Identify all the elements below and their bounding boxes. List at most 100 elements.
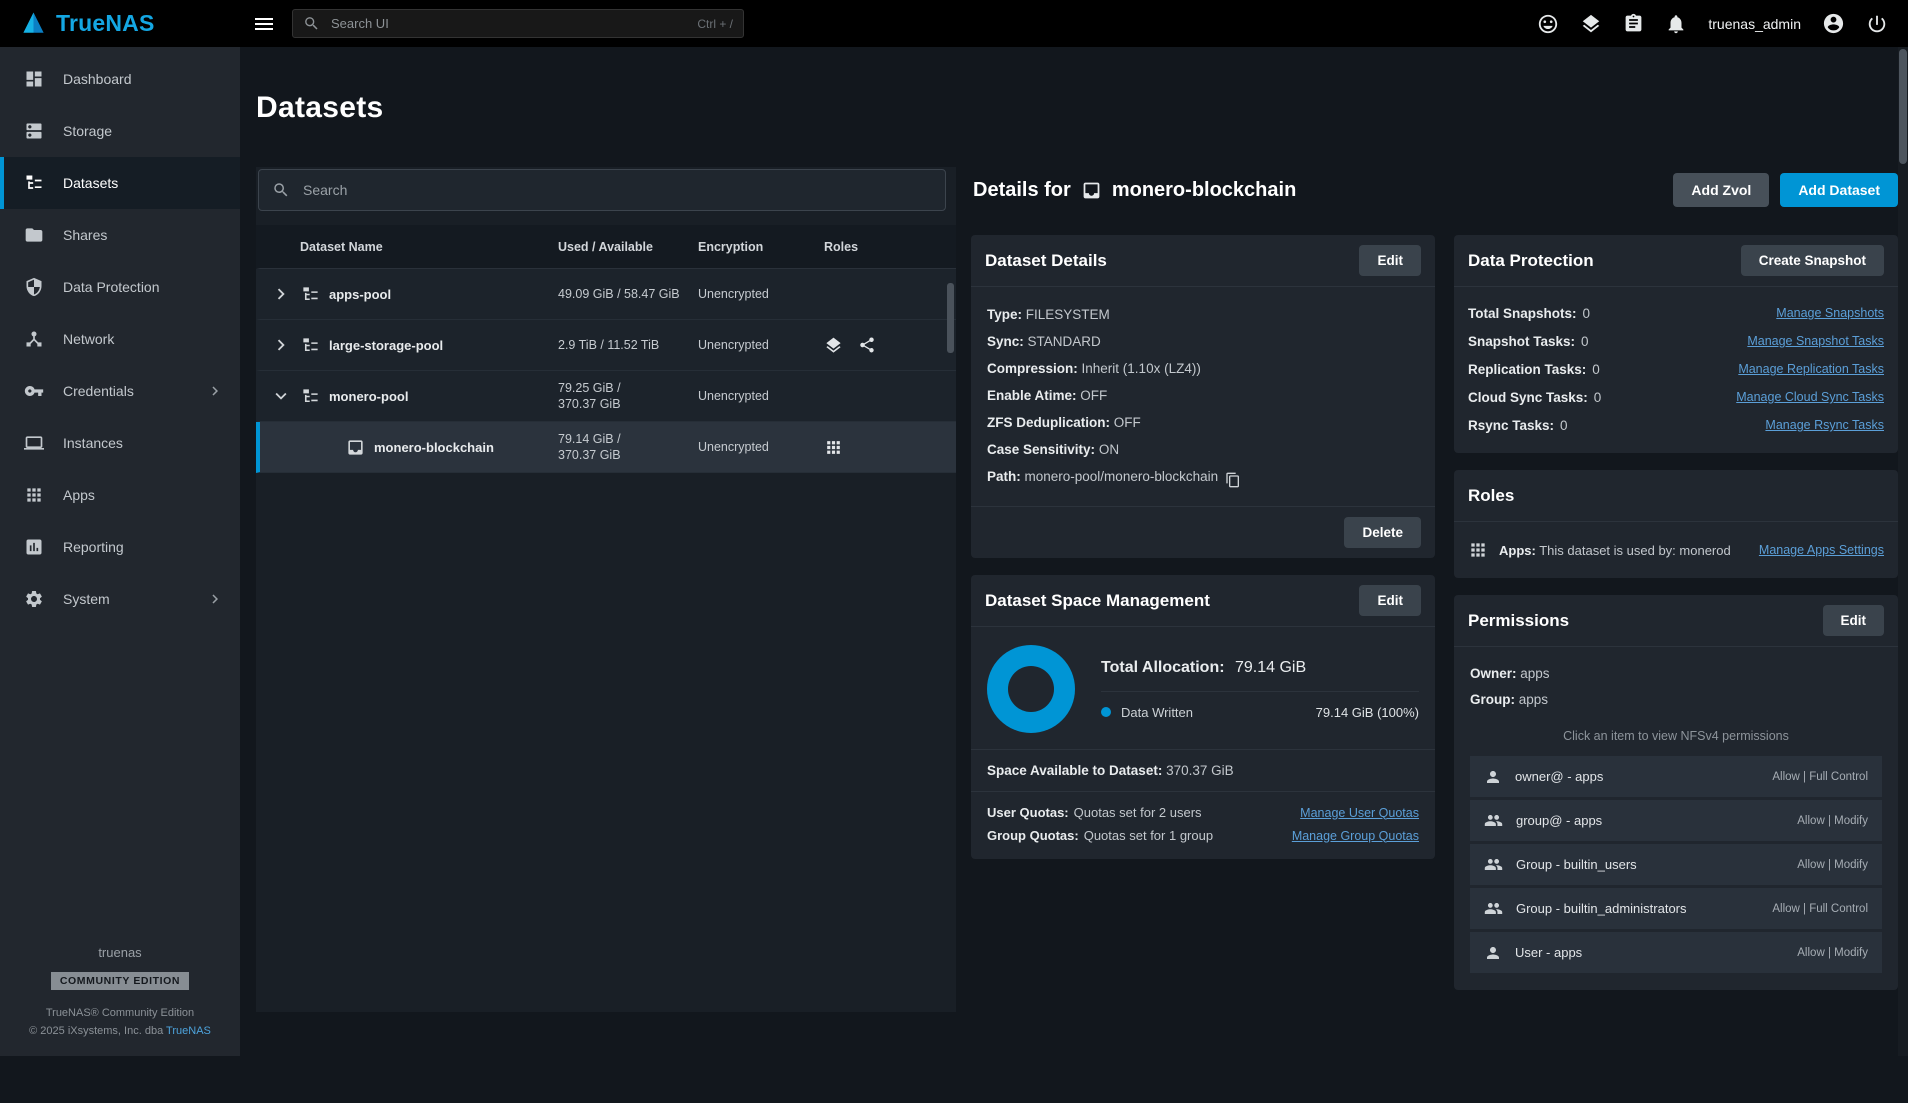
- brand-name: TrueNAS: [56, 10, 155, 37]
- jobs-clipboard-icon[interactable]: [1623, 13, 1644, 34]
- used-available-cell: 79.25 GiB / 370.37 GiB: [558, 380, 698, 412]
- permission-item-group[interactable]: group@ - apps Allow | Modify: [1470, 800, 1882, 841]
- field-sync: Sync: STANDARD: [987, 328, 1419, 355]
- permission-item-user-apps[interactable]: User - apps Allow | Modify: [1470, 932, 1882, 973]
- manage-group-quotas-link[interactable]: Manage Group Quotas: [1292, 829, 1419, 843]
- sidebar-item-dashboard[interactable]: Dashboard: [0, 53, 240, 105]
- field-type: Type: FILESYSTEM: [987, 301, 1419, 328]
- sidebar: Dashboard Storage Datasets Shares Data P…: [0, 47, 240, 1056]
- layers-icon[interactable]: [1580, 13, 1602, 35]
- truenas-brand[interactable]: TrueNAS: [0, 10, 244, 37]
- manage-cloud-sync-tasks-link[interactable]: Manage Cloud Sync Tasks: [1736, 390, 1884, 404]
- dataset-tree-panel: Dataset Name Used / Available Encryption…: [256, 167, 956, 1012]
- edit-space-button[interactable]: Edit: [1359, 585, 1421, 616]
- manage-rsync-tasks-link[interactable]: Manage Rsync Tasks: [1765, 418, 1884, 432]
- sidebar-item-label: Apps: [63, 487, 95, 503]
- collapse-chevron-icon[interactable]: [270, 385, 292, 407]
- edition-line: TrueNAS® Community Edition: [0, 1004, 240, 1022]
- sidebar-item-instances[interactable]: Instances: [0, 417, 240, 469]
- permission-item-builtin-users[interactable]: Group - builtin_users Allow | Modify: [1470, 844, 1882, 885]
- dataset-details-card: Dataset Details Edit Type: FILESYSTEM Sy…: [971, 235, 1435, 558]
- column-header-used-available: Used / Available: [558, 240, 698, 254]
- expand-chevron-icon[interactable]: [270, 334, 292, 356]
- sidebar-item-label: Credentials: [63, 383, 134, 399]
- edition-badge: COMMUNITY EDITION: [51, 972, 189, 990]
- page-scrollbar[interactable]: [1898, 47, 1908, 1056]
- add-zvol-button[interactable]: Add Zvol: [1673, 173, 1769, 207]
- dashboard-icon: [24, 69, 44, 89]
- space-management-card: Dataset Space Management Edit Total Allo…: [971, 575, 1435, 859]
- table-row-monero-pool[interactable]: monero-pool 79.25 GiB / 370.37 GiB Unenc…: [256, 371, 956, 422]
- alerts-bell-icon[interactable]: [1665, 13, 1687, 35]
- group-line: Group: apps: [1470, 687, 1882, 713]
- power-icon[interactable]: [1866, 13, 1888, 35]
- table-row-monero-blockchain[interactable]: monero-blockchain 79.14 GiB / 370.37 GiB…: [256, 422, 956, 473]
- manage-snapshots-link[interactable]: Manage Snapshots: [1776, 306, 1884, 320]
- dataset-search[interactable]: [258, 169, 946, 211]
- truenas-app: TrueNAS Ctrl + / truenas_admin Dashboard: [0, 47, 1908, 1103]
- sidebar-item-system[interactable]: System: [0, 573, 240, 625]
- permission-item-owner[interactable]: owner@ - apps Allow | Full Control: [1470, 756, 1882, 797]
- copyright-line: © 2025 iXsystems, Inc. dba TrueNAS: [0, 1022, 240, 1040]
- roles-row: Apps: This dataset is used by: monerod M…: [1454, 522, 1898, 578]
- sidebar-item-data-protection[interactable]: Data Protection: [0, 261, 240, 313]
- search-icon: [303, 15, 320, 32]
- hamburger-menu-icon[interactable]: [252, 12, 276, 36]
- delete-dataset-button[interactable]: Delete: [1344, 517, 1421, 548]
- manage-replication-tasks-link[interactable]: Manage Replication Tasks: [1738, 362, 1884, 376]
- permissions-card: Permissions Edit Owner: apps Group: apps…: [1454, 595, 1898, 990]
- column-header-encryption: Encryption: [698, 240, 824, 254]
- edit-dataset-details-button[interactable]: Edit: [1359, 245, 1421, 276]
- dataset-tree-icon: [301, 285, 320, 304]
- sidebar-item-shares[interactable]: Shares: [0, 209, 240, 261]
- table-row-apps-pool[interactable]: apps-pool 49.09 GiB / 58.47 GiB Unencryp…: [256, 269, 956, 320]
- field-enable-atime: Enable Atime: OFF: [987, 382, 1419, 409]
- topbar: TrueNAS Ctrl + / truenas_admin: [0, 0, 1908, 47]
- manage-snapshot-tasks-link[interactable]: Manage Snapshot Tasks: [1747, 334, 1884, 348]
- apps-grid-icon: [1468, 540, 1488, 560]
- encryption-cell: Unencrypted: [698, 440, 824, 454]
- create-snapshot-button[interactable]: Create Snapshot: [1741, 245, 1884, 276]
- sidebar-nav: Dashboard Storage Datasets Shares Data P…: [0, 47, 240, 625]
- main-content: Datasets Dataset Name Used / Available E…: [240, 47, 1908, 1056]
- user-quotas-row: User Quotas: Quotas set for 2 users Mana…: [971, 801, 1435, 824]
- card-title: Permissions: [1468, 611, 1569, 631]
- sidebar-item-storage[interactable]: Storage: [0, 105, 240, 157]
- sidebar-item-network[interactable]: Network: [0, 313, 240, 365]
- table-row-large-storage-pool[interactable]: large-storage-pool 2.9 TiB / 11.52 TiB U…: [256, 320, 956, 371]
- owner-line: Owner: apps: [1470, 661, 1882, 687]
- edit-permissions-button[interactable]: Edit: [1823, 605, 1885, 636]
- sidebar-item-apps[interactable]: Apps: [0, 469, 240, 521]
- storage-icon: [24, 121, 44, 141]
- sidebar-item-datasets[interactable]: Datasets: [0, 157, 240, 209]
- group-quotas-row: Group Quotas: Quotas set for 1 group Man…: [971, 824, 1435, 847]
- encryption-cell: Unencrypted: [698, 338, 824, 352]
- datasets-tree-icon: [24, 173, 44, 193]
- copy-icon[interactable]: [1225, 472, 1241, 488]
- sidebar-item-reporting[interactable]: Reporting: [0, 521, 240, 573]
- expand-chevron-icon[interactable]: [270, 283, 292, 305]
- field-path: Path: monero-pool/monero-blockchain: [987, 463, 1419, 490]
- permission-item-builtin-administrators[interactable]: Group - builtin_administrators Allow | F…: [1470, 888, 1882, 929]
- people-icon: [1484, 899, 1503, 918]
- field-case-sensitivity: Case Sensitivity: ON: [987, 436, 1419, 463]
- global-search[interactable]: Ctrl + /: [292, 9, 744, 38]
- selected-dataset-name: monero-blockchain: [1112, 179, 1296, 202]
- dataset-name: monero-blockchain: [374, 440, 494, 455]
- truenas-logo-icon: [20, 10, 47, 37]
- chevron-right-icon: [206, 382, 224, 400]
- truenas-footer-link[interactable]: TrueNAS: [166, 1025, 211, 1037]
- feedback-smiley-icon[interactable]: [1537, 13, 1559, 35]
- sidebar-item-label: Data Protection: [63, 279, 160, 295]
- encryption-cell: Unencrypted: [698, 389, 824, 403]
- page-scrollbar-thumb[interactable]: [1899, 49, 1907, 164]
- manage-user-quotas-link[interactable]: Manage User Quotas: [1300, 806, 1419, 820]
- global-search-input[interactable]: [329, 15, 688, 32]
- used-available-cell: 79.14 GiB / 370.37 GiB: [558, 431, 698, 463]
- tree-scrollbar-thumb[interactable]: [947, 283, 954, 353]
- add-dataset-button[interactable]: Add Dataset: [1780, 173, 1898, 207]
- sidebar-item-credentials[interactable]: Credentials: [0, 365, 240, 417]
- dataset-search-input[interactable]: [301, 181, 932, 199]
- user-account-icon[interactable]: [1822, 12, 1845, 35]
- manage-apps-settings-link[interactable]: Manage Apps Settings: [1759, 543, 1884, 557]
